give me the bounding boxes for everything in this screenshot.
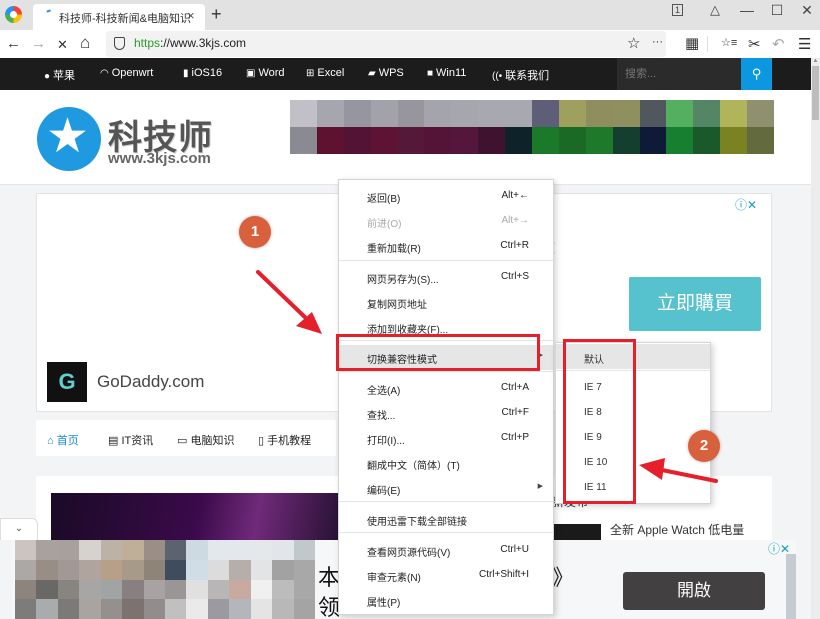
arrow-step-2 [639,458,718,483]
arrow-step-1 [256,270,322,334]
annotation-arrows [256,270,718,483]
